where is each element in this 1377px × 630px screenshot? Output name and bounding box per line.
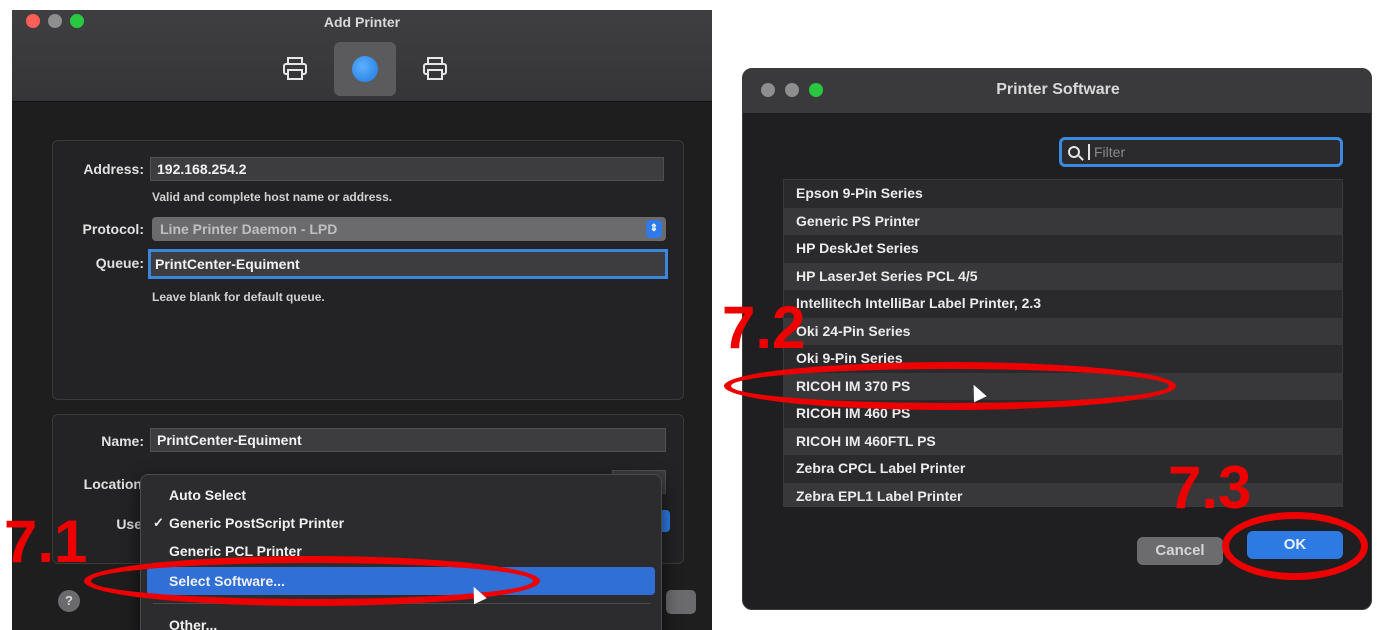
list-item[interactable]: Intellitech IntelliBar Label Printer, 2.…	[784, 290, 1342, 318]
list-item[interactable]: Oki 24-Pin Series	[784, 317, 1342, 345]
list-item[interactable]: HP DeskJet Series	[784, 235, 1342, 263]
address-hint: Valid and complete host name or address.	[152, 190, 393, 204]
menu-item-generic-postscript[interactable]: ✓ Generic PostScript Printer	[147, 509, 655, 537]
window-title: Add Printer	[323, 14, 401, 30]
list-item[interactable]: Epson 9-Pin Series	[784, 180, 1342, 208]
search-icon	[1068, 146, 1080, 158]
globe-icon	[352, 56, 378, 82]
menu-item-label: Auto Select	[169, 487, 247, 503]
window-title: Printer Software	[996, 81, 1120, 98]
step-7-1-label: 7.1	[4, 508, 88, 575]
add-printer-window: Add Printer Address: 192.168.254.2 Valid…	[12, 10, 712, 630]
filter-search-input[interactable]: Filter	[1059, 137, 1343, 167]
printer-software-titlebar: Printer Software	[743, 69, 1371, 113]
highlight-ellipse-ricoh-370	[724, 362, 1176, 410]
queue-field[interactable]: PrintCenter-Equiment	[148, 249, 668, 279]
filter-placeholder: Filter	[1094, 144, 1126, 160]
queue-label: Queue:	[95, 255, 144, 271]
cancel-button[interactable]: Cancel	[1137, 537, 1223, 565]
menu-item-other[interactable]: Other...	[147, 611, 655, 630]
use-label: Use	[116, 516, 142, 532]
list-item[interactable]: Zebra EPL1 Label Printer	[784, 482, 1342, 506]
highlight-ellipse-ok	[1222, 512, 1368, 580]
menu-item-auto-select[interactable]: Auto Select	[147, 481, 655, 509]
add-button[interactable]	[666, 590, 696, 614]
windows-printer-icon	[423, 57, 447, 80]
use-menu: Auto Select ✓ Generic PostScript Printer …	[140, 474, 662, 630]
address-field[interactable]: 192.168.254.2	[150, 157, 664, 181]
protocol-select[interactable]: Line Printer Daemon - LPD ⇕	[152, 217, 666, 241]
ip-printer-tab[interactable]	[334, 42, 396, 96]
default-printer-tab[interactable]	[264, 42, 326, 96]
chevron-updown-icon: ⇕	[646, 220, 662, 238]
name-field[interactable]: PrintCenter-Equiment	[150, 428, 666, 452]
name-label: Name:	[101, 433, 144, 449]
windows-printer-tab[interactable]	[404, 42, 466, 96]
list-item[interactable]: Zebra CPCL Label Printer	[784, 455, 1342, 483]
menu-item-label: Other...	[169, 617, 218, 630]
help-button[interactable]: ?	[58, 590, 80, 612]
list-item[interactable]: HP LaserJet Series PCL 4/5	[784, 262, 1342, 290]
list-item[interactable]: Generic PS Printer	[784, 207, 1342, 235]
printer-icon	[283, 57, 307, 80]
printer-software-list[interactable]: Epson 9-Pin Series Generic PS Printer HP…	[783, 179, 1343, 507]
location-label: Location	[83, 476, 142, 492]
protocol-label: Protocol:	[82, 221, 144, 237]
checkmark-icon: ✓	[153, 515, 164, 530]
add-printer-titlebar: Add Printer	[12, 10, 712, 102]
list-item[interactable]: RICOH IM 460FTL PS	[784, 427, 1342, 455]
menu-item-label: Generic PostScript Printer	[169, 515, 345, 531]
queue-hint: Leave blank for default queue.	[152, 290, 325, 304]
protocol-value: Line Printer Daemon - LPD	[160, 221, 338, 237]
step-7-2-label: 7.2	[722, 294, 806, 361]
address-label: Address:	[83, 161, 144, 177]
text-caret	[1088, 144, 1090, 160]
step-7-3-label: 7.3	[1168, 454, 1252, 521]
